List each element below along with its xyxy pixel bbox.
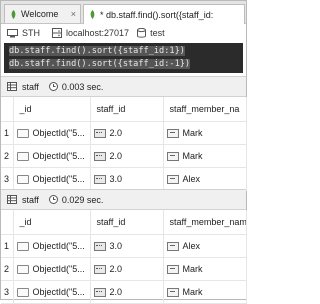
number-type-icon [93,151,106,161]
tab-bar: Welcome × * db.staff.find().sort({staff_… [1,1,246,24]
column-header[interactable]: staff_member_name [163,210,247,235]
name-cell[interactable]: Mark [163,257,247,281]
connection-name[interactable]: STH [7,28,40,38]
result-table: _id staff_id staff_member_na 1 ObjectId(… [1,97,247,191]
id-cell[interactable]: ObjectId("5... [13,234,91,258]
name-cell[interactable]: Mark [163,280,247,304]
string-type-icon [166,128,179,138]
mongodb-leaf-icon [90,10,95,19]
row-number: 2 [1,257,14,281]
id-cell[interactable]: ObjectId("5... [13,167,91,191]
result-header: staff 0.029 sec. [1,189,246,210]
staff-id-cell[interactable]: 3.0 [90,234,164,258]
editor-line: db.staff.find().sort({staff_id:1}) [9,46,185,56]
string-type-icon [166,174,179,184]
table-view-icon[interactable] [7,82,17,91]
document-icon [16,128,29,138]
clock-icon [48,82,58,91]
number-type-icon [93,241,106,251]
string-type-icon [166,264,179,274]
string-type-icon [166,287,179,297]
table-view-icon[interactable] [7,195,17,204]
id-cell[interactable]: ObjectId("5... [13,121,91,145]
close-icon[interactable]: × [71,9,76,19]
server-icon [52,28,62,38]
staff-id-cell[interactable]: 2.0 [90,257,164,281]
table-row[interactable]: 1 ObjectId("5... 3.0 Alex [1,234,247,258]
execution-time: 0.003 sec. [61,81,104,92]
query-editor[interactable]: db.staff.find().sort({staff_id:1}) db.st… [4,43,243,73]
column-header[interactable]: staff_id [90,210,164,235]
column-header[interactable]: _id [13,210,91,235]
name-cell[interactable]: Mark [163,144,247,168]
tab-query[interactable]: * db.staff.find().sort({staff_id: [83,4,245,24]
staff-id-cell[interactable]: 2.0 [90,144,164,168]
column-header[interactable]: _id [13,97,91,122]
execution-time: 0.029 sec. [61,194,104,205]
document-icon [16,241,29,251]
tab-welcome[interactable]: Welcome × [4,4,81,23]
table-row[interactable]: 2 ObjectId("5... 2.0 Mark [1,144,247,168]
document-icon [16,151,29,161]
database-label: test [150,28,165,38]
string-type-icon [166,241,179,251]
staff-id-cell[interactable]: 3.0 [90,167,164,191]
database-icon [137,28,147,38]
id-cell[interactable]: ObjectId("5... [13,144,91,168]
mongodb-leaf-icon [11,9,16,19]
number-type-icon [93,128,106,138]
document-icon [16,287,29,297]
table-row[interactable]: 3 ObjectId("5... 2.0 Mark [1,280,247,304]
tab-label: * db.staff.find().sort({staff_id: [100,9,214,20]
result-table: _id staff_id staff_member_name 1 ObjectI… [1,210,247,304]
table-row[interactable]: 3 ObjectId("5... 3.0 Alex [1,167,247,191]
id-cell[interactable]: ObjectId("5... [13,257,91,281]
row-number: 1 [1,121,14,145]
table-row[interactable]: 1 ObjectId("5... 2.0 Mark [1,121,247,145]
editor-line: db.staff.find().sort({staff_id:-1}) [9,59,191,69]
row-number: 3 [1,280,14,304]
clock-icon [48,195,58,204]
row-number-header [1,97,14,122]
string-type-icon [166,151,179,161]
result-header: staff 0.003 sec. [1,76,246,97]
collection-name: staff [22,194,39,205]
number-type-icon [93,287,106,297]
connection-bar: STH localhost:27017 test [1,24,246,42]
document-icon [16,264,29,274]
tab-label: Welcome [21,9,59,19]
row-number-header [1,210,14,235]
name-cell[interactable]: Alex [163,167,247,191]
computer-icon [7,28,18,37]
app-window: Welcome × * db.staff.find().sort({staff_… [0,0,247,304]
table-row[interactable]: 2 ObjectId("5... 2.0 Mark [1,257,247,281]
connection-label: STH [22,28,40,38]
number-type-icon [93,264,106,274]
row-number: 3 [1,167,14,191]
column-header[interactable]: staff_member_na [163,97,247,122]
staff-id-cell[interactable]: 2.0 [90,280,164,304]
staff-id-cell[interactable]: 2.0 [90,121,164,145]
number-type-icon [93,174,106,184]
id-cell[interactable]: ObjectId("5... [13,280,91,304]
row-number: 1 [1,234,14,258]
collection-name: staff [22,81,39,92]
table-header-row: _id staff_id staff_member_name [1,210,247,235]
table-header-row: _id staff_id staff_member_na [1,97,247,122]
row-number: 2 [1,144,14,168]
column-header[interactable]: staff_id [90,97,164,122]
name-cell[interactable]: Mark [163,121,247,145]
name-cell[interactable]: Alex [163,234,247,258]
document-icon [16,174,29,184]
server-address[interactable]: localhost:27017 [52,28,129,38]
host-label: localhost:27017 [66,28,130,38]
database-name[interactable]: test [137,28,165,38]
